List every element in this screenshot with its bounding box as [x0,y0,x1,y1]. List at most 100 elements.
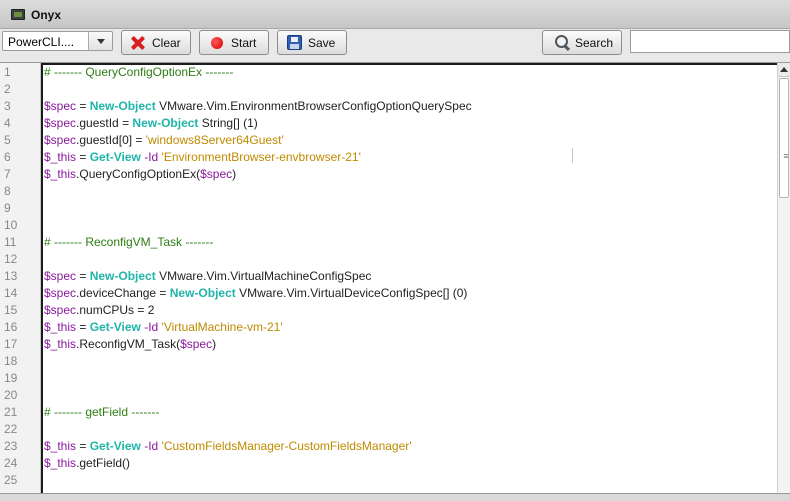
code-token: New-Object [89,269,156,283]
scrollbar-thumb[interactable]: ≡ [779,78,789,198]
code-token: $_this [44,456,77,470]
code-token: $_this [44,320,77,334]
line-number: 11 [4,235,17,249]
code-token: 'EnvironmentBrowser-envbrowser-21' [161,150,361,164]
code-line[interactable]: $_this = Get-View -Id 'EnvironmentBrowse… [44,149,361,166]
code-line[interactable]: $_this.ReconfigVM_Task($spec) [44,336,216,353]
grip-icon: ≡ [783,151,789,161]
code-token: $_this [44,439,77,453]
line-number: 13 [4,269,18,283]
line-number: 7 [4,167,11,181]
code-token: -Id [140,150,159,164]
code-line[interactable]: $spec.numCPUs = 2 [44,302,154,319]
code-token: 'VirtualMachine-vm-21' [161,320,283,334]
code-token: # ------- QueryConfigOptionEx ------- [44,65,234,79]
save-button[interactable]: Save [277,30,347,55]
code-line[interactable]: $_this = Get-View -Id 'CustomFieldsManag… [44,438,412,455]
close-icon [130,35,146,51]
code-token: = [76,150,90,164]
window-title: Onyx [31,8,62,22]
code-token: Get-View [89,150,141,164]
code-token: ) [212,337,217,351]
code-line[interactable]: $spec = New-Object VMware.Vim.VirtualMac… [44,268,371,285]
code-token: Get-View [89,439,141,453]
code-token: VMware.Vim.VirtualDeviceConfigSpec[] (0) [235,286,468,300]
line-number: 23 [4,439,18,453]
line-number: 21 [4,405,18,419]
search-input[interactable] [630,30,790,53]
line-number: 19 [4,371,18,385]
code-token: = [76,99,90,113]
code-line[interactable]: $_this = Get-View -Id 'VirtualMachine-vm… [44,319,283,336]
code-token: ) [232,167,237,181]
line-number: 20 [4,388,18,402]
code-token: -Id [140,439,159,453]
code-token: .guestId = [76,116,133,130]
code-token: .deviceChange = [76,286,170,300]
line-number: 18 [4,354,18,368]
clear-button[interactable]: Clear [121,30,191,55]
code-line[interactable]: # ------- getField ------- [44,404,159,421]
start-button[interactable]: Start [199,30,269,55]
language-select-value: PowerCLI.... [8,35,75,49]
code-token: $_this [44,150,77,164]
code-token: = [76,439,90,453]
line-number-gutter: 1 2 3 4 5 6 7 8 9 10 11 12 13 14 15 16 17 18 19 20 21 22 23 24 2… [0,63,41,493]
toolbar: PowerCLI.... Clear Start Save Search [0,29,790,62]
line-number: 16 [4,320,18,334]
code-token: $spec [44,133,77,147]
code-token: $spec [44,116,77,130]
line-number: 8 [4,184,11,198]
chevron-down-icon[interactable] [88,32,112,50]
code-line[interactable]: # ------- QueryConfigOptionEx ------- [44,64,233,81]
line-number: 12 [4,252,18,266]
code-text-area[interactable]: # ------- QueryConfigOptionEx ------- $sp… [41,63,777,493]
code-line[interactable]: $_this.QueryConfigOptionEx($spec) [44,166,236,183]
code-token: Get-View [89,320,141,334]
code-line[interactable]: $spec = New-Object VMware.Vim.Environmen… [44,98,472,115]
line-number: 2 [4,82,11,96]
code-editor[interactable]: 1 2 3 4 5 6 7 8 9 10 11 12 13 14 15 16 17 18 19 20 21 22 23 24 2… [0,62,790,494]
code-token: New-Object [132,116,199,130]
code-token: New-Object [89,99,156,113]
code-token: = [76,320,90,334]
status-bar [0,494,790,501]
code-token: String[] (1) [198,116,258,130]
code-token: $_this [44,167,77,181]
code-line[interactable]: $spec.deviceChange = New-Object VMware.V… [44,285,467,302]
code-token: VMware.Vim.VirtualMachineConfigSpec [155,269,372,283]
search-button[interactable]: Search [542,30,622,55]
language-select[interactable]: PowerCLI.... [2,31,113,51]
code-token: .getField() [76,456,131,470]
code-token: 'windows8Server64Guest' [145,133,284,147]
line-number: 10 [4,218,18,232]
code-line[interactable]: # ------- ReconfigVM_Task ------- [44,234,213,251]
code-token: 'CustomFieldsManager-CustomFieldsManager… [161,439,412,453]
line-number: 17 [4,337,18,351]
scroll-up-arrow-icon[interactable] [778,63,790,77]
code-token: .QueryConfigOptionEx( [76,167,201,181]
line-number: 15 [4,303,18,317]
line-number: 25 [4,473,18,487]
code-token: $spec [44,99,77,113]
code-token: .numCPUs = 2 [76,303,155,317]
start-button-label: Start [231,36,257,50]
vertical-scrollbar[interactable]: ≡ [777,63,790,493]
title-bar: Onyx [0,0,790,29]
code-token: $spec [44,286,77,300]
record-icon [211,37,223,49]
code-token: New-Object [169,286,236,300]
code-token: $_this [44,337,77,351]
line-number: 1 [4,65,11,79]
code-token: $spec [44,269,77,283]
line-number: 14 [4,286,18,300]
line-number: 9 [4,201,11,215]
code-token: VMware.Vim.EnvironmentBrowserConfigOptio… [155,99,472,113]
code-token: $spec [44,303,77,317]
terminal-icon [11,9,25,20]
code-token: # ------- getField ------- [44,405,160,419]
code-line[interactable]: $_this.getField() [44,455,130,472]
code-line[interactable]: $spec.guestId = New-Object String[] (1) [44,115,258,132]
code-token: $spec [180,337,213,351]
code-line[interactable]: $spec.guestId[0] = 'windows8Server64Gues… [44,132,284,149]
